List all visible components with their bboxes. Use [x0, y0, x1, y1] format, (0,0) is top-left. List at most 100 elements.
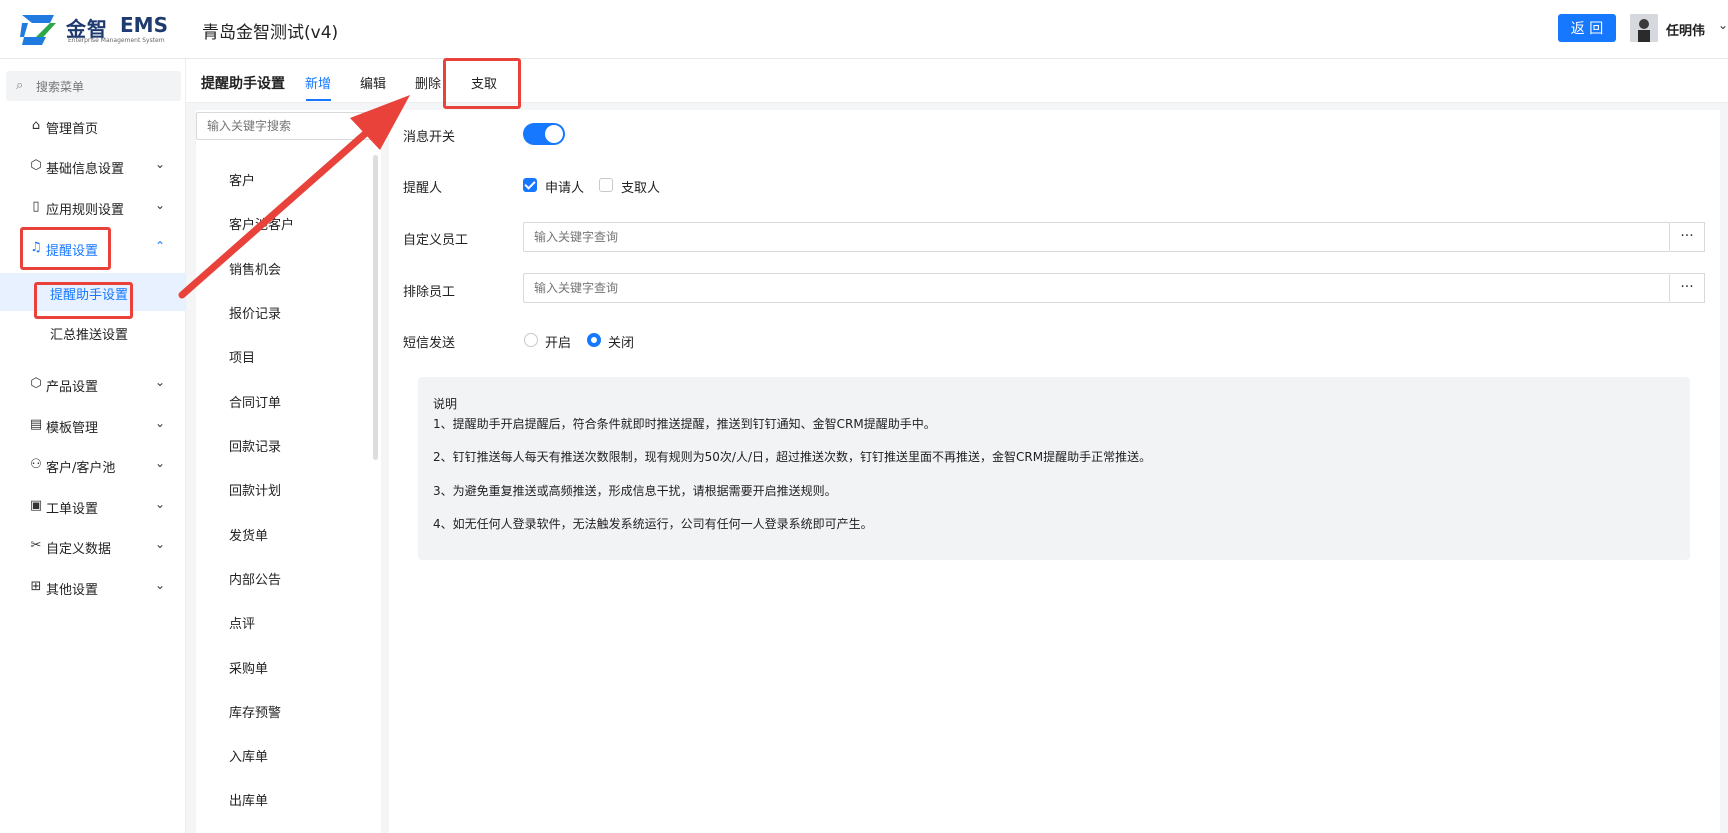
tab-edit[interactable]: 编辑	[360, 73, 386, 92]
avatar[interactable]	[1630, 14, 1658, 42]
sidebar-subitem-summary-push[interactable]: 汇总推送设置	[0, 313, 185, 351]
list-item[interactable]: 客户	[229, 170, 255, 189]
sidebar-item-other[interactable]: ⊞ 其他设置 ⌄	[0, 570, 185, 604]
withdrawer-checkbox[interactable]	[599, 178, 613, 192]
exclude-employee-label: 排除员工	[403, 285, 456, 300]
sidebar-subitem-label: 汇总推送设置	[50, 328, 129, 343]
chevron-down-icon[interactable]: ⌄	[1718, 18, 1728, 32]
description-title: 说明	[433, 397, 458, 411]
sidebar-item-label: 基础信息设置	[46, 162, 125, 177]
exclude-employee-more-button[interactable]: ···	[1670, 273, 1705, 303]
chevron-down-icon: ⌄	[155, 157, 166, 171]
list-item[interactable]: 入库单	[229, 746, 268, 765]
description-box: 说明 1、提醒助手开启提醒后，符合条件就即时推送提醒，推送到钉钉通知、金智CRM…	[418, 377, 1690, 560]
sidebar-item-home[interactable]: ⌂ 管理首页	[0, 109, 185, 143]
sidebar-item-label: 应用规则设置	[46, 203, 125, 218]
list-item[interactable]: 回款计划	[229, 480, 281, 499]
withdrawer-option-label[interactable]: 支取人	[621, 177, 660, 196]
sidebar-item-label: 提醒设置	[46, 244, 99, 259]
sidebar-search-input[interactable]	[34, 71, 178, 103]
chevron-down-icon: ⌄	[155, 375, 166, 389]
list-item[interactable]: 回款记录	[229, 436, 281, 455]
list-item[interactable]: 项目	[229, 347, 255, 366]
toggle-knob	[545, 125, 563, 143]
back-button[interactable]: 返 回	[1558, 14, 1616, 42]
chevron-down-icon: ⌄	[155, 416, 166, 430]
tab-withdraw[interactable]: 支取	[471, 73, 497, 92]
sidebar-item-template[interactable]: ▤ 模板管理 ⌄	[0, 408, 185, 442]
sms-on-radio[interactable]	[524, 333, 538, 347]
description-line: 4、如无任何人登录软件，无法触发系统运行，公司有任何一人登录系统即可产生。	[433, 517, 873, 531]
sidebar-item-label: 其他设置	[46, 583, 99, 598]
tab-delete[interactable]: 删除	[415, 73, 441, 92]
users-icon: ⚇	[30, 457, 42, 472]
company-name: 青岛金智测试(v4)	[202, 23, 339, 43]
chevron-down-icon: ⌄	[155, 456, 166, 470]
list-item[interactable]: 报价记录	[229, 303, 281, 322]
sidebar-search[interactable]: ⌕	[6, 71, 181, 103]
sidebar-item-reminder[interactable]: ♫ 提醒设置 ⌃	[0, 231, 185, 265]
user-name[interactable]: 任明伟	[1666, 20, 1705, 39]
description-line: 3、为避免重复推送或高频推送，形成信息干扰，请根据需要开启推送规则。	[433, 484, 837, 498]
list-item[interactable]: 采购单	[229, 658, 268, 677]
sidebar-item-label: 产品设置	[46, 380, 99, 395]
chevron-down-icon: ⌄	[155, 198, 166, 212]
logo: 金智 EMS Enterprise Management System	[20, 13, 170, 49]
sidebar-item-label: 管理首页	[46, 122, 99, 137]
bell-icon: ♫	[30, 240, 42, 255]
description-line: 1、提醒助手开启提醒后，符合条件就即时推送提醒，推送到钉钉通知、金智CRM提醒助…	[433, 417, 936, 431]
list-item[interactable]: 客户池客户	[229, 214, 294, 233]
sidebar-item-customer-pool[interactable]: ⚇ 客户/客户池 ⌄	[0, 448, 185, 482]
custom-employee-more-button[interactable]: ···	[1670, 222, 1705, 252]
chevron-down-icon: ⌄	[155, 497, 166, 511]
reminder-label: 提醒人	[403, 181, 443, 196]
chevron-down-icon: ⌄	[155, 578, 166, 592]
list-item[interactable]: 点评	[229, 613, 255, 632]
sidebar-item-label: 工单设置	[46, 502, 99, 517]
exclude-employee-input[interactable]	[523, 273, 1670, 303]
list-item[interactable]: 出库单	[229, 790, 268, 809]
logo-mark-icon	[20, 15, 56, 45]
page-title: 提醒助手设置	[201, 76, 285, 92]
sidebar-subitem-reminder-assistant[interactable]: 提醒助手设置	[0, 273, 185, 311]
list-item[interactable]: 销售机会	[229, 259, 281, 278]
sidebar-item-ticket[interactable]: ▣ 工单设置 ⌄	[0, 489, 185, 523]
sidebar-item-product[interactable]: ⬡ 产品设置 ⌄	[0, 367, 185, 401]
custom-employee-label: 自定义员工	[403, 233, 469, 248]
sms-on-label[interactable]: 开启	[545, 332, 571, 351]
sidebar-item-label: 模板管理	[46, 421, 99, 436]
tab-add[interactable]: 新增	[305, 73, 331, 92]
top-bar: 金智 EMS Enterprise Management System 青岛金智…	[0, 0, 1728, 59]
sms-off-radio[interactable]	[587, 333, 601, 347]
category-search-input[interactable]	[196, 112, 379, 140]
applicant-option-label[interactable]: 申请人	[545, 177, 584, 196]
msg-switch-toggle[interactable]	[523, 123, 565, 145]
sms-label: 短信发送	[403, 336, 456, 351]
list-item[interactable]: 发货单	[229, 525, 268, 544]
sidebar-item-label: 自定义数据	[46, 542, 112, 557]
document-icon: ▯	[32, 199, 40, 214]
list-item[interactable]: 库存预警	[229, 702, 281, 721]
list-scrollbar[interactable]	[373, 155, 378, 460]
custom-employee-input[interactable]	[523, 222, 1670, 252]
sms-off-label[interactable]: 关闭	[608, 332, 634, 351]
sidebar-item-basic-info[interactable]: ⬡ 基础信息设置 ⌄	[0, 149, 185, 183]
chevron-down-icon: ⌄	[155, 537, 166, 551]
list-item[interactable]: 内部公告	[229, 569, 281, 588]
list-item[interactable]: 合同订单	[229, 392, 281, 411]
logo-text-en: EMS	[120, 13, 168, 37]
sidebar-item-custom-data[interactable]: ✂ 自定义数据 ⌄	[0, 529, 185, 563]
template-icon: ▤	[29, 417, 43, 432]
active-tab-indicator	[306, 99, 331, 101]
cube-icon: ⬡	[30, 158, 42, 173]
applicant-checkbox[interactable]	[523, 178, 537, 192]
sidebar-subitem-label: 提醒助手设置	[50, 288, 129, 303]
search-icon: ⌕	[16, 78, 24, 93]
user-avatar-icon	[1630, 14, 1658, 42]
ticket-icon: ▣	[29, 498, 43, 513]
msg-switch-label: 消息开关	[403, 130, 456, 145]
chevron-up-icon: ⌃	[155, 239, 166, 253]
logo-subtitle: Enterprise Management System	[68, 37, 165, 44]
sidebar-item-app-rules[interactable]: ▯ 应用规则设置 ⌄	[0, 190, 185, 224]
cube-icon: ⬡	[30, 376, 42, 391]
